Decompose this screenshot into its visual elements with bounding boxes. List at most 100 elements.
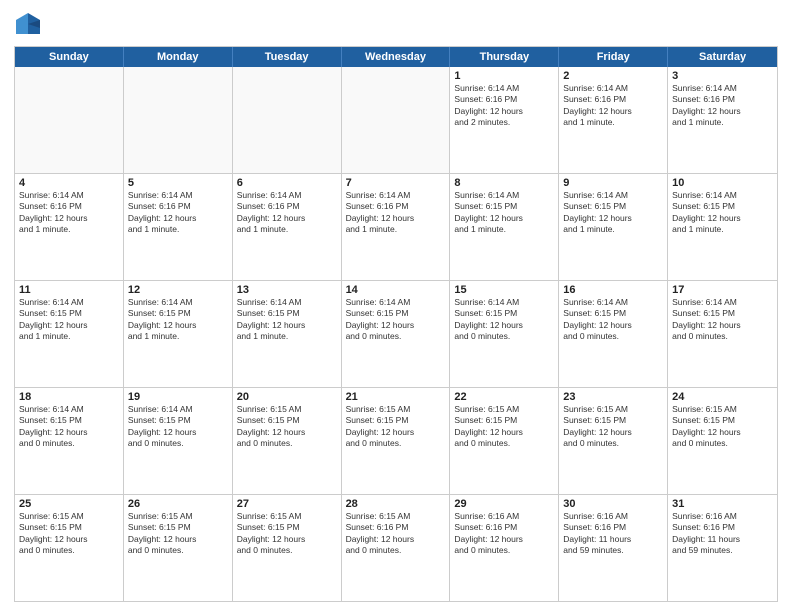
calendar: SundayMondayTuesdayWednesdayThursdayFrid… <box>14 46 778 602</box>
day-cell-9: 9Sunrise: 6:14 AM Sunset: 6:15 PM Daylig… <box>559 174 668 280</box>
day-cell-2: 2Sunrise: 6:14 AM Sunset: 6:16 PM Daylig… <box>559 67 668 173</box>
empty-cell <box>15 67 124 173</box>
header-day-saturday: Saturday <box>668 47 777 67</box>
day-cell-10: 10Sunrise: 6:14 AM Sunset: 6:15 PM Dayli… <box>668 174 777 280</box>
day-number: 15 <box>454 284 554 296</box>
day-number: 13 <box>237 284 337 296</box>
day-cell-21: 21Sunrise: 6:15 AM Sunset: 6:15 PM Dayli… <box>342 388 451 494</box>
header-day-thursday: Thursday <box>450 47 559 67</box>
day-info: Sunrise: 6:15 AM Sunset: 6:15 PM Dayligh… <box>128 511 228 557</box>
logo <box>14 10 44 38</box>
day-number: 9 <box>563 177 663 189</box>
day-number: 8 <box>454 177 554 189</box>
day-number: 26 <box>128 498 228 510</box>
day-info: Sunrise: 6:16 AM Sunset: 6:16 PM Dayligh… <box>563 511 663 557</box>
empty-cell <box>342 67 451 173</box>
day-number: 25 <box>19 498 119 510</box>
day-info: Sunrise: 6:15 AM Sunset: 6:16 PM Dayligh… <box>346 511 446 557</box>
day-number: 31 <box>672 498 773 510</box>
day-cell-13: 13Sunrise: 6:14 AM Sunset: 6:15 PM Dayli… <box>233 281 342 387</box>
day-cell-11: 11Sunrise: 6:14 AM Sunset: 6:15 PM Dayli… <box>15 281 124 387</box>
empty-cell <box>233 67 342 173</box>
day-info: Sunrise: 6:14 AM Sunset: 6:15 PM Dayligh… <box>346 297 446 343</box>
day-number: 20 <box>237 391 337 403</box>
day-info: Sunrise: 6:15 AM Sunset: 6:15 PM Dayligh… <box>237 404 337 450</box>
day-cell-12: 12Sunrise: 6:14 AM Sunset: 6:15 PM Dayli… <box>124 281 233 387</box>
day-info: Sunrise: 6:14 AM Sunset: 6:15 PM Dayligh… <box>672 190 773 236</box>
day-cell-30: 30Sunrise: 6:16 AM Sunset: 6:16 PM Dayli… <box>559 495 668 601</box>
day-cell-25: 25Sunrise: 6:15 AM Sunset: 6:15 PM Dayli… <box>15 495 124 601</box>
empty-cell <box>124 67 233 173</box>
day-number: 1 <box>454 70 554 82</box>
calendar-header: SundayMondayTuesdayWednesdayThursdayFrid… <box>15 47 777 67</box>
day-number: 27 <box>237 498 337 510</box>
day-number: 28 <box>346 498 446 510</box>
calendar-body: 1Sunrise: 6:14 AM Sunset: 6:16 PM Daylig… <box>15 67 777 601</box>
day-cell-20: 20Sunrise: 6:15 AM Sunset: 6:15 PM Dayli… <box>233 388 342 494</box>
day-number: 29 <box>454 498 554 510</box>
day-cell-15: 15Sunrise: 6:14 AM Sunset: 6:15 PM Dayli… <box>450 281 559 387</box>
day-cell-4: 4Sunrise: 6:14 AM Sunset: 6:16 PM Daylig… <box>15 174 124 280</box>
day-info: Sunrise: 6:14 AM Sunset: 6:16 PM Dayligh… <box>128 190 228 236</box>
day-cell-17: 17Sunrise: 6:14 AM Sunset: 6:15 PM Dayli… <box>668 281 777 387</box>
day-cell-7: 7Sunrise: 6:14 AM Sunset: 6:16 PM Daylig… <box>342 174 451 280</box>
day-cell-14: 14Sunrise: 6:14 AM Sunset: 6:15 PM Dayli… <box>342 281 451 387</box>
day-number: 7 <box>346 177 446 189</box>
day-number: 17 <box>672 284 773 296</box>
day-info: Sunrise: 6:14 AM Sunset: 6:16 PM Dayligh… <box>454 83 554 129</box>
day-info: Sunrise: 6:15 AM Sunset: 6:15 PM Dayligh… <box>346 404 446 450</box>
day-cell-19: 19Sunrise: 6:14 AM Sunset: 6:15 PM Dayli… <box>124 388 233 494</box>
header-day-wednesday: Wednesday <box>342 47 451 67</box>
day-number: 2 <box>563 70 663 82</box>
day-cell-3: 3Sunrise: 6:14 AM Sunset: 6:16 PM Daylig… <box>668 67 777 173</box>
page: SundayMondayTuesdayWednesdayThursdayFrid… <box>0 0 792 612</box>
day-info: Sunrise: 6:16 AM Sunset: 6:16 PM Dayligh… <box>672 511 773 557</box>
calendar-week-3: 11Sunrise: 6:14 AM Sunset: 6:15 PM Dayli… <box>15 281 777 388</box>
day-info: Sunrise: 6:14 AM Sunset: 6:15 PM Dayligh… <box>128 404 228 450</box>
day-number: 11 <box>19 284 119 296</box>
day-cell-31: 31Sunrise: 6:16 AM Sunset: 6:16 PM Dayli… <box>668 495 777 601</box>
day-number: 30 <box>563 498 663 510</box>
day-info: Sunrise: 6:14 AM Sunset: 6:15 PM Dayligh… <box>563 297 663 343</box>
day-info: Sunrise: 6:15 AM Sunset: 6:15 PM Dayligh… <box>563 404 663 450</box>
day-number: 19 <box>128 391 228 403</box>
day-info: Sunrise: 6:14 AM Sunset: 6:16 PM Dayligh… <box>563 83 663 129</box>
day-cell-24: 24Sunrise: 6:15 AM Sunset: 6:15 PM Dayli… <box>668 388 777 494</box>
day-number: 12 <box>128 284 228 296</box>
day-cell-27: 27Sunrise: 6:15 AM Sunset: 6:15 PM Dayli… <box>233 495 342 601</box>
day-number: 24 <box>672 391 773 403</box>
day-number: 6 <box>237 177 337 189</box>
day-info: Sunrise: 6:14 AM Sunset: 6:16 PM Dayligh… <box>19 190 119 236</box>
header-day-friday: Friday <box>559 47 668 67</box>
calendar-week-5: 25Sunrise: 6:15 AM Sunset: 6:15 PM Dayli… <box>15 495 777 601</box>
day-info: Sunrise: 6:14 AM Sunset: 6:15 PM Dayligh… <box>672 297 773 343</box>
day-info: Sunrise: 6:14 AM Sunset: 6:15 PM Dayligh… <box>19 297 119 343</box>
calendar-week-2: 4Sunrise: 6:14 AM Sunset: 6:16 PM Daylig… <box>15 174 777 281</box>
day-number: 14 <box>346 284 446 296</box>
day-info: Sunrise: 6:14 AM Sunset: 6:15 PM Dayligh… <box>128 297 228 343</box>
day-info: Sunrise: 6:14 AM Sunset: 6:15 PM Dayligh… <box>19 404 119 450</box>
day-cell-16: 16Sunrise: 6:14 AM Sunset: 6:15 PM Dayli… <box>559 281 668 387</box>
day-cell-8: 8Sunrise: 6:14 AM Sunset: 6:15 PM Daylig… <box>450 174 559 280</box>
day-number: 23 <box>563 391 663 403</box>
day-number: 4 <box>19 177 119 189</box>
header <box>14 10 778 38</box>
calendar-week-1: 1Sunrise: 6:14 AM Sunset: 6:16 PM Daylig… <box>15 67 777 174</box>
day-info: Sunrise: 6:14 AM Sunset: 6:15 PM Dayligh… <box>454 190 554 236</box>
day-cell-23: 23Sunrise: 6:15 AM Sunset: 6:15 PM Dayli… <box>559 388 668 494</box>
day-cell-26: 26Sunrise: 6:15 AM Sunset: 6:15 PM Dayli… <box>124 495 233 601</box>
day-info: Sunrise: 6:14 AM Sunset: 6:16 PM Dayligh… <box>237 190 337 236</box>
day-info: Sunrise: 6:15 AM Sunset: 6:15 PM Dayligh… <box>19 511 119 557</box>
header-day-sunday: Sunday <box>15 47 124 67</box>
day-cell-6: 6Sunrise: 6:14 AM Sunset: 6:16 PM Daylig… <box>233 174 342 280</box>
logo-icon <box>14 10 42 38</box>
day-number: 3 <box>672 70 773 82</box>
calendar-week-4: 18Sunrise: 6:14 AM Sunset: 6:15 PM Dayli… <box>15 388 777 495</box>
day-info: Sunrise: 6:15 AM Sunset: 6:15 PM Dayligh… <box>672 404 773 450</box>
day-number: 22 <box>454 391 554 403</box>
day-number: 21 <box>346 391 446 403</box>
day-number: 18 <box>19 391 119 403</box>
day-info: Sunrise: 6:16 AM Sunset: 6:16 PM Dayligh… <box>454 511 554 557</box>
day-info: Sunrise: 6:14 AM Sunset: 6:16 PM Dayligh… <box>346 190 446 236</box>
day-number: 16 <box>563 284 663 296</box>
